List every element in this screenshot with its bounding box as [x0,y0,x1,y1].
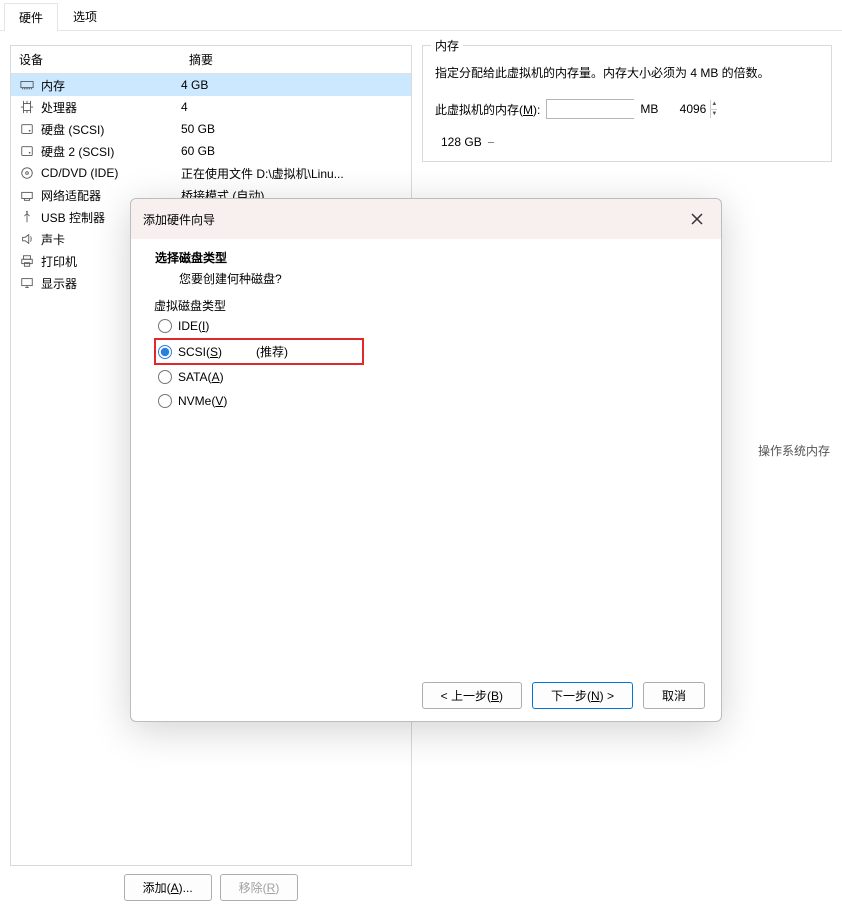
radio-sata[interactable]: SATA(A) [154,365,698,389]
close-button[interactable] [685,207,709,231]
radio-nvme-label: NVMe(V) [178,394,227,408]
dialog-titlebar: 添加硬件向导 [131,199,721,239]
dialog-subheading: 您要创建何种磁盘? [155,270,697,287]
device-name: 硬盘 (SCSI) [41,121,104,138]
next-button[interactable]: 下一步(N) > [532,682,633,709]
device-name: USB 控制器 [41,209,105,226]
tab-strip: 硬件 选项 [0,0,842,31]
memory-scale: 128 GB [435,135,819,149]
dialog-heading: 选择磁盘类型 [155,249,697,266]
cd-icon [19,165,35,181]
scale-tick-128gb: 128 GB [441,135,819,149]
net-icon [19,187,35,203]
device-summary: 50 GB [181,122,403,136]
device-summary: 60 GB [181,144,403,158]
usb-icon [19,209,35,225]
radio-ide-input[interactable] [158,319,172,333]
disk-type-group: 虚拟磁盘类型 IDE(I) SCSI(S) (推荐) SATA(A) NVMe(… [145,305,707,422]
radio-sata-input[interactable] [158,370,172,384]
radio-ide-label: IDE(I) [178,319,209,333]
radio-scsi-input[interactable] [158,345,172,359]
radio-nvme-input[interactable] [158,394,172,408]
col-header-summary[interactable]: 摘要 [181,46,411,73]
memory-description: 指定分配给此虚拟机的内存量。内存大小必须为 4 MB 的倍数。 [435,64,819,83]
device-name: 内存 [41,77,65,94]
printer-icon [19,253,35,269]
device-name: 处理器 [41,99,77,116]
add-button[interactable]: 添加(A)... [124,874,212,901]
display-icon [19,275,35,291]
tab-options[interactable]: 选项 [58,2,112,30]
memory-groupbox: 内存 指定分配给此虚拟机的内存量。内存大小必须为 4 MB 的倍数。 此虚拟机的… [422,45,832,162]
hdd-icon [19,121,35,137]
dialog-header: 选择磁盘类型 您要创建何种磁盘? [131,239,721,301]
cpu-icon [19,99,35,115]
hdd-icon [19,143,35,159]
sound-icon [19,231,35,247]
device-summary: 4 GB [181,78,403,92]
radio-ide[interactable]: IDE(I) [154,314,698,338]
spinner-buttons[interactable]: ▲▼ [710,100,717,118]
spin-up-icon[interactable]: ▲ [711,100,717,110]
radio-scsi-label: SCSI(S) [178,345,222,359]
dialog-body: 虚拟磁盘类型 IDE(I) SCSI(S) (推荐) SATA(A) NVMe(… [131,301,721,670]
radio-scsi[interactable]: SCSI(S) (推荐) [154,338,364,365]
radio-scsi-recommend: (推荐) [256,343,288,360]
cancel-button[interactable]: 取消 [643,682,705,709]
dialog-footer: < 上一步(B) 下一步(N) > 取消 [131,670,721,721]
col-header-device[interactable]: 设备 [11,46,181,73]
close-icon [690,212,704,226]
action-row: 添加(A)... 移除(R) [10,874,412,901]
device-name: CD/DVD (IDE) [41,166,118,180]
back-button[interactable]: < 上一步(B) [422,682,522,709]
disk-type-legend: 虚拟磁盘类型 [150,297,230,314]
table-row[interactable]: 处理器 4 [11,96,411,118]
table-row[interactable]: 硬盘 2 (SCSI) 60 GB [11,140,411,162]
radio-nvme[interactable]: NVMe(V) [154,389,698,413]
table-row[interactable]: CD/DVD (IDE) 正在使用文件 D:\虚拟机\Linu... [11,162,411,184]
memory-spinner[interactable]: ▲▼ [546,99,634,119]
device-summary: 4 [181,100,403,114]
table-row[interactable]: 硬盘 (SCSI) 50 GB [11,118,411,140]
device-name: 声卡 [41,231,65,248]
device-summary: 正在使用文件 D:\虚拟机\Linu... [181,165,403,182]
table-header: 设备 摘要 [11,46,411,74]
device-name: 显示器 [41,275,77,292]
radio-sata-label: SATA(A) [178,370,224,384]
spin-down-icon[interactable]: ▼ [711,110,717,119]
table-row[interactable]: 内存 4 GB [11,74,411,96]
device-name: 硬盘 2 (SCSI) [41,143,114,160]
remove-button[interactable]: 移除(R) [220,874,299,901]
memory-icon [19,77,35,93]
memory-input-field[interactable] [547,100,710,118]
partial-os-text: 操作系统内存 [758,442,830,459]
device-name: 打印机 [41,253,77,270]
memory-unit: MB [640,102,658,116]
device-name: 网络适配器 [41,187,101,204]
add-hardware-wizard-dialog: 添加硬件向导 选择磁盘类型 您要创建何种磁盘? 虚拟磁盘类型 IDE(I) SC… [130,198,722,722]
memory-legend: 内存 [431,37,463,54]
dialog-title: 添加硬件向导 [143,211,215,228]
memory-label: 此虚拟机的内存(M): [435,101,540,118]
tab-hardware[interactable]: 硬件 [4,3,58,31]
memory-input-row: 此虚拟机的内存(M): ▲▼ MB [435,99,819,119]
